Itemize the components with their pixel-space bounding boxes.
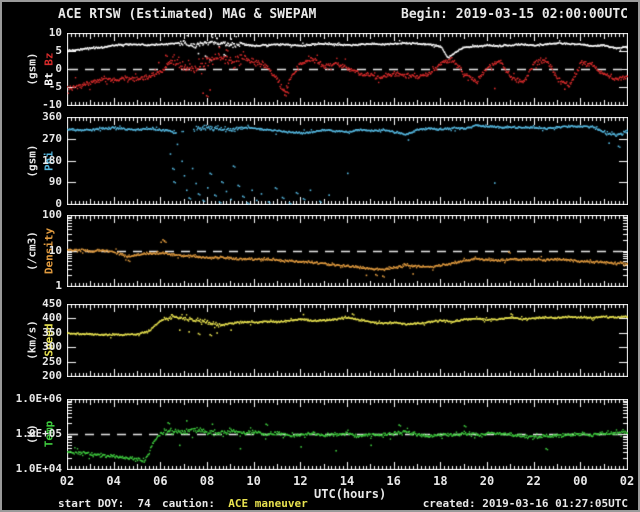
panel-phi-canvas (67, 117, 628, 205)
y-tick-label-mag: 0 (55, 62, 62, 75)
y-tick-label-density: 10 (48, 243, 62, 257)
panel-speed-canvas (67, 304, 628, 377)
x-tick-label: 14 (339, 474, 355, 488)
panel-mag-canvas (67, 33, 628, 106)
y-tick-label-mag: 5 (55, 44, 62, 57)
x-tick-label: 02 (59, 474, 75, 488)
created-timestamp: created: 2019-03-16 01:27:05UTC (422, 497, 628, 510)
y-tick-label-density: 1 (55, 279, 62, 292)
x-tick-label: 02 (619, 474, 635, 488)
caution-value: ACE maneuver (228, 497, 308, 510)
y-tick-label-density: 100 (42, 208, 62, 221)
ace-rtsw-plot: ACE RTSW (Estimated) MAG & SWEPAM Begin:… (0, 0, 640, 512)
x-tick-label: 22 (526, 474, 541, 488)
y-tick-label-speed: 200 (42, 369, 62, 382)
x-tick-label: 08 (199, 474, 215, 488)
panel-density-canvas (67, 215, 628, 287)
y-tick-label-temp: 1.0E+05 (15, 427, 62, 440)
y-tick-label-speed: 400 (42, 311, 62, 325)
y-tick-label-speed: 350 (42, 325, 62, 339)
y-tick-label-phi: 270 (42, 131, 62, 145)
y-tick-label-phi: 360 (42, 110, 62, 123)
y-tick-label-speed: 250 (42, 354, 62, 368)
y-tick-label-phi: 90 (48, 175, 62, 189)
y-tick-label-speed: 300 (42, 340, 62, 354)
plot-title: ACE RTSW (Estimated) MAG & SWEPAM (58, 7, 317, 22)
begin-timestamp: Begin: 2019-03-15 02:00:00UTC (401, 7, 628, 22)
caution-prefix: caution: (162, 497, 229, 510)
caution-label: caution: ACE maneuver (162, 497, 308, 510)
x-tick-label: 10 (246, 474, 261, 488)
x-tick-label: 04 (106, 474, 121, 488)
x-tick-label: 18 (433, 474, 448, 488)
y-tick-label-mag: -5 (48, 80, 62, 93)
x-tick-label: 06 (153, 474, 168, 488)
xaxis-title: UTC(hours) (314, 487, 387, 501)
x-tick-label: 00 (573, 474, 588, 488)
y-tick-label-temp: 1.0E+06 (15, 392, 62, 405)
y-tick-label-phi: 180 (42, 153, 62, 167)
panel-temp-canvas (67, 399, 628, 470)
y-tick-label-mag: 10 (48, 26, 62, 39)
x-tick-label: 16 (386, 474, 401, 488)
y-tick-label-speed: 450 (42, 297, 62, 310)
x-tick-label: 12 (293, 474, 308, 488)
start-doy-label: start DOY: 74 (58, 497, 151, 510)
x-tick-label: 20 (479, 474, 495, 488)
